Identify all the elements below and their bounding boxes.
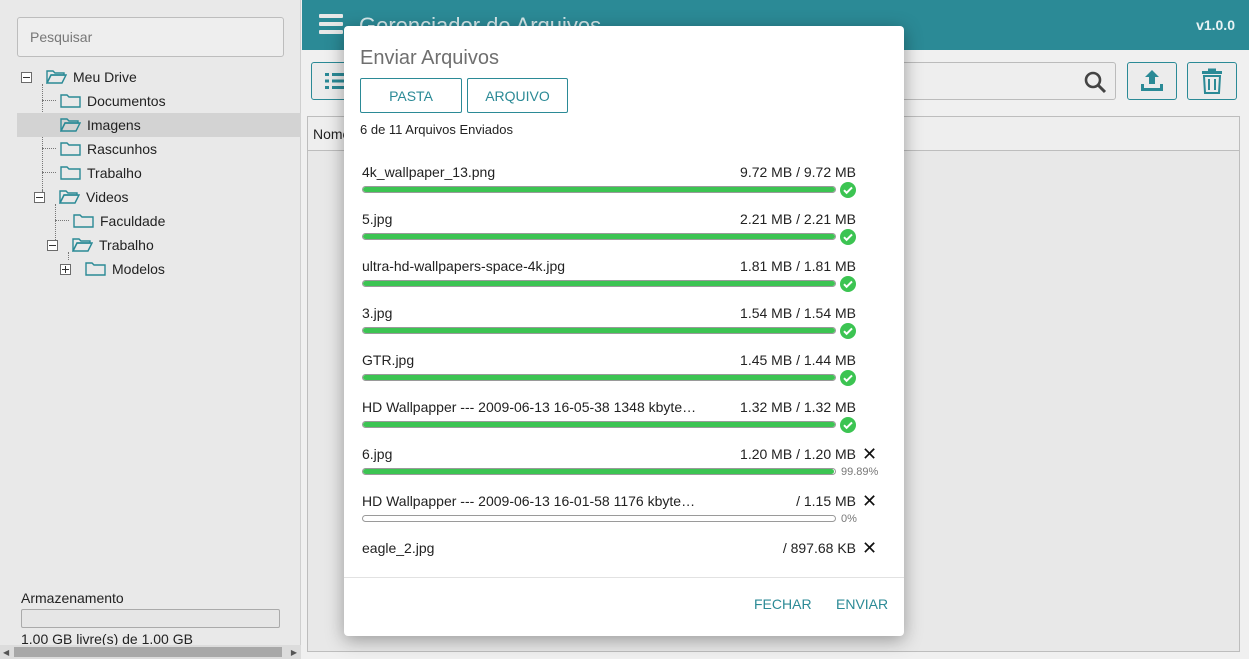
progress-bar [362,186,836,193]
upload-file-row: 6.jpg 1.20 MB / 1.20 MB ✕ 99.89% [362,444,882,486]
file-name: 5.jpg [362,211,393,227]
file-size: 1.81 MB / 1.81 MB [740,258,856,274]
send-button[interactable]: ENVIAR [836,596,888,612]
progress-fill [363,422,835,427]
check-circle-icon [840,370,856,386]
close-button[interactable]: FECHAR [754,596,812,612]
progress-bar [362,233,836,240]
check-circle-icon [840,182,856,198]
file-size: / 1.15 MB [796,493,856,509]
upload-file-row: GTR.jpg 1.45 MB / 1.44 MB [362,352,882,392]
progress-percent: 0% [841,513,857,525]
file-size: 1.32 MB / 1.32 MB [740,399,856,415]
progress-bar [362,515,836,522]
progress-bar [362,421,836,428]
progress-fill [363,234,835,239]
file-name: 4k_wallpaper_13.png [362,164,496,180]
check-circle-icon [840,229,856,245]
divider [344,577,904,578]
file-size: 1.20 MB / 1.20 MB [740,446,856,462]
file-size: 9.72 MB / 9.72 MB [740,164,856,180]
progress-bar [362,280,836,287]
progress-bar [362,468,836,475]
file-name: HD Wallpapper --- 2009-06-13 16-05-38 13… [362,399,702,415]
upload-file-row: 4k_wallpaper_13.png 9.72 MB / 9.72 MB [362,164,882,204]
progress-fill [363,469,835,474]
upload-file-row: HD Wallpapper --- 2009-06-13 16-01-58 11… [362,491,882,533]
progress-fill [363,375,835,380]
upload-dialog: Enviar Arquivos PASTA ARQUIVO 6 de 11 Ar… [344,26,904,636]
cancel-upload-icon[interactable]: ✕ [862,538,877,559]
cancel-upload-icon[interactable]: ✕ [862,444,877,465]
upload-folder-button[interactable]: PASTA [360,78,462,113]
check-circle-icon [840,323,856,339]
upload-file-button[interactable]: ARQUIVO [467,78,568,113]
upload-file-row: 5.jpg 2.21 MB / 2.21 MB [362,211,882,251]
cancel-upload-icon[interactable]: ✕ [862,491,877,512]
check-circle-icon [840,276,856,292]
progress-fill [363,328,835,333]
file-size: / 897.68 KB [782,540,856,556]
file-name: ultra-hd-wallpapers-space-4k.jpg [362,258,566,274]
file-name: HD Wallpapper --- 2009-06-13 16-01-58 11… [362,493,702,509]
check-circle-icon [840,417,856,433]
file-size: 1.45 MB / 1.44 MB [740,352,856,368]
upload-summary: 6 de 11 Arquivos Enviados [360,122,513,137]
progress-fill [363,187,835,192]
upload-file-row: HD Wallpapper --- 2009-06-13 16-05-38 13… [362,399,882,439]
progress-fill [363,281,835,286]
progress-percent: 99.89% [841,466,879,478]
upload-file-row: 3.jpg 1.54 MB / 1.54 MB [362,305,882,345]
progress-bar [362,374,836,381]
file-name: eagle_2.jpg [362,540,435,556]
file-size: 1.54 MB / 1.54 MB [740,305,856,321]
upload-file-row: eagle_2.jpg / 897.68 KB ✕ [362,538,882,580]
file-size: 2.21 MB / 2.21 MB [740,211,856,227]
upload-file-row: ultra-hd-wallpapers-space-4k.jpg 1.81 MB … [362,258,882,298]
file-name: GTR.jpg [362,352,415,368]
dialog-title: Enviar Arquivos [360,47,499,69]
file-name: 3.jpg [362,305,393,321]
file-name: 6.jpg [362,446,393,462]
progress-bar [362,327,836,334]
